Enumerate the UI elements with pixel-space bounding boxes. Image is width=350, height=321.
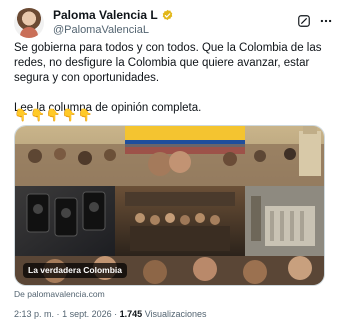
pointing-down-emoji: 👇👇👇👇👇 (14, 108, 94, 122)
avatar[interactable] (14, 8, 44, 38)
grok-icon[interactable] (297, 14, 311, 28)
collage-image (15, 126, 324, 285)
tweet-date[interactable]: 1 sept. 2026 (62, 309, 112, 319)
more-options-icon[interactable] (319, 14, 333, 28)
link-card-image[interactable]: La verdadera Colombia (14, 125, 325, 286)
meta-separator: · (114, 309, 118, 319)
tweet-time[interactable]: 2:13 p. m. (14, 309, 54, 319)
author-name-row[interactable]: Paloma Valencia L (53, 8, 174, 23)
views-count: 1.745 (119, 309, 143, 319)
link-card-caption: La verdadera Colombia (23, 263, 128, 278)
tweet-paragraph: Se gobierna para todos y con todos. Que … (14, 42, 322, 84)
tweet-header: Paloma Valencia L @PalomaValenciaL (14, 8, 336, 38)
tweet-text: Se gobierna para todos y con todos. Que … (14, 41, 332, 116)
author-handle[interactable]: @PalomaValenciaL (53, 23, 149, 37)
author-name[interactable]: Paloma Valencia L (53, 8, 158, 23)
tweet-meta: 2:13 p. m. · 1 sept. 2026 · 1.745 Visual… (14, 309, 207, 320)
verified-check-icon (162, 9, 172, 21)
link-source[interactable]: De palomavalencia.com (14, 289, 105, 300)
meta-separator: · (56, 309, 60, 319)
views-label: Visualizaciones (144, 309, 207, 319)
